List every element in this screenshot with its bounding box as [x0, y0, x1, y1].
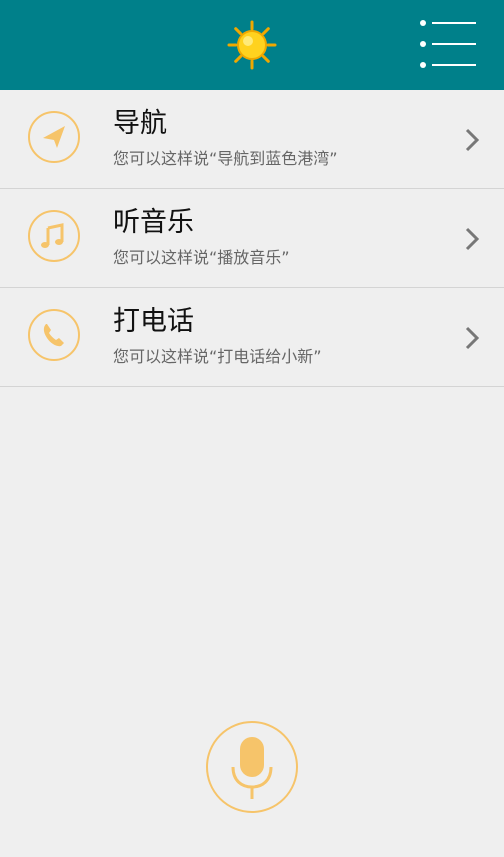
menu-list-icon[interactable]	[418, 18, 478, 70]
app-screen: 导航 您可以这样说“导航到蓝色港湾” 听音乐 您可以这样说“播放音乐” 打电话 …	[0, 0, 504, 857]
music-note-icon	[28, 210, 80, 262]
item-title: 听音乐	[113, 207, 194, 238]
voice-input-button[interactable]	[206, 721, 298, 813]
item-hint: 您可以这样说“导航到蓝色港湾”	[113, 149, 338, 168]
list-item-navigation[interactable]: 导航 您可以这样说“导航到蓝色港湾”	[0, 90, 504, 189]
sun-icon	[227, 20, 277, 70]
chevron-right-icon	[462, 126, 482, 154]
chevron-right-icon	[462, 225, 482, 253]
item-hint: 您可以这样说“播放音乐”	[113, 248, 290, 267]
item-title: 打电话	[113, 306, 194, 337]
list-item-music[interactable]: 听音乐 您可以这样说“播放音乐”	[0, 189, 504, 288]
item-hint: 您可以这样说“打电话给小新”	[113, 347, 322, 366]
chevron-right-icon	[462, 324, 482, 352]
item-title: 导航	[113, 108, 167, 139]
command-list: 导航 您可以这样说“导航到蓝色港湾” 听音乐 您可以这样说“播放音乐” 打电话 …	[0, 90, 504, 387]
list-item-phone[interactable]: 打电话 您可以这样说“打电话给小新”	[0, 288, 504, 387]
top-bar	[0, 0, 504, 90]
navigation-arrow-icon	[28, 111, 80, 163]
phone-icon	[28, 309, 80, 361]
